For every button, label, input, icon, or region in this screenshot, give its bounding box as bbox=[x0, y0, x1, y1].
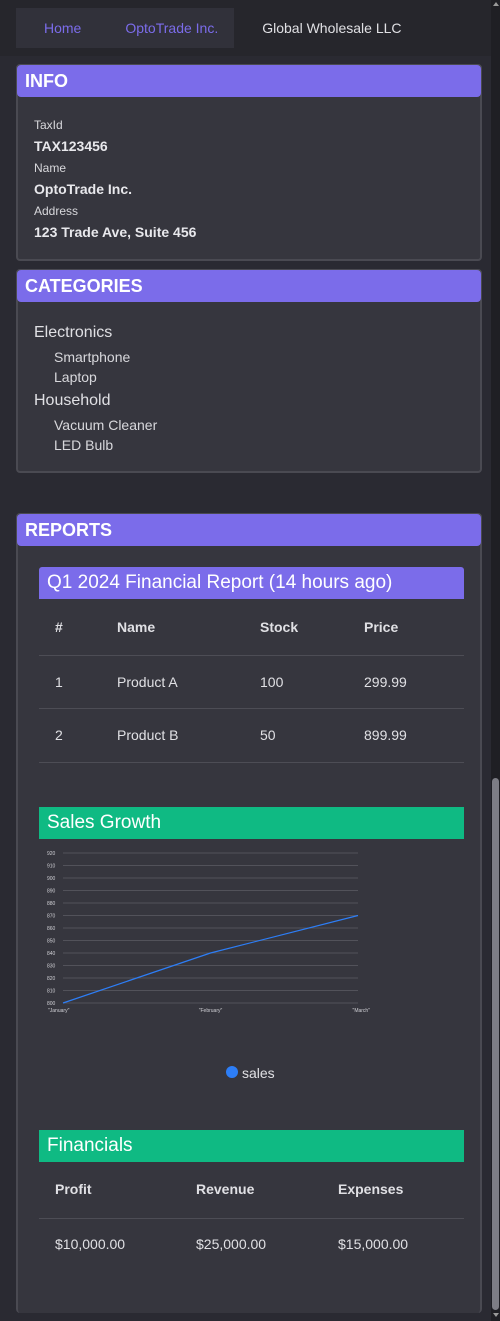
chart-y-tick-label: 820 bbox=[47, 976, 56, 982]
reports-header: REPORTS bbox=[17, 514, 481, 546]
chart-y-tick-label: 840 bbox=[47, 951, 56, 957]
revenue-value: $25,000.00 bbox=[196, 1236, 267, 1252]
col-header-profit: Profit bbox=[55, 1181, 92, 1197]
table-divider bbox=[39, 762, 464, 763]
categories-header: CATEGORIES bbox=[17, 270, 481, 302]
category-household: Household bbox=[34, 392, 111, 409]
legend-dot bbox=[226, 1066, 238, 1078]
financials-title: Financials bbox=[39, 1130, 464, 1162]
tab-global-wholesale[interactable]: Global Wholesale LLC bbox=[234, 8, 429, 48]
reports-panel: REPORTS Q1 2024 Financial Report (14 hou… bbox=[16, 513, 482, 1313]
row2-number: 2 bbox=[55, 727, 63, 743]
scrollbar[interactable] bbox=[491, 0, 500, 1321]
info-header: INFO bbox=[17, 65, 481, 97]
row1-stock: 100 bbox=[260, 674, 284, 690]
chart-y-tick-label: 830 bbox=[47, 964, 56, 970]
chart-x-tick-label: "February" bbox=[199, 1008, 223, 1014]
table-divider bbox=[39, 708, 464, 709]
chart-series-line-sales bbox=[62, 914, 359, 1004]
tab-bar: Home OptoTrade Inc. Global Wholesale LLC bbox=[16, 8, 430, 48]
sales-chart: 800 810 820 830 840 850 860 870 880 890 900 910 920 "… bbox=[47, 851, 371, 1014]
chart-y-tick-label: 850 bbox=[47, 939, 56, 945]
sales-growth-title: Sales Growth bbox=[39, 807, 464, 839]
taxid-value: TAX123456 bbox=[34, 138, 108, 154]
name-label: Name bbox=[34, 161, 67, 175]
chart-y-tick-label: 880 bbox=[47, 901, 56, 907]
scroll-down-arrow-icon[interactable] bbox=[493, 1313, 499, 1317]
financial-report-card: Q1 2024 Financial Report (14 hours ago) … bbox=[39, 567, 464, 763]
tab-optotrade[interactable]: OptoTrade Inc. bbox=[109, 8, 235, 48]
chart-x-tick-label: "January" bbox=[48, 1008, 70, 1014]
row2-name: Product B bbox=[117, 727, 179, 743]
subcategory-led-bulb: LED Bulb bbox=[54, 437, 114, 453]
expenses-value: $15,000.00 bbox=[338, 1236, 409, 1252]
scroll-up-arrow-icon[interactable] bbox=[493, 2, 499, 6]
address-label: Address bbox=[34, 204, 79, 218]
legend-label: sales bbox=[242, 1065, 275, 1081]
chart-y-tick-label: 920 bbox=[47, 851, 56, 857]
info-panel: INFO TaxId TAX123456 Name OptoTrade Inc.… bbox=[16, 64, 482, 261]
col-header-stock: Stock bbox=[260, 619, 299, 635]
category-electronics: Electronics bbox=[34, 324, 113, 341]
scrollbar-thumb[interactable] bbox=[492, 778, 499, 1310]
subcategory-smartphone: Smartphone bbox=[54, 349, 131, 365]
tab-home[interactable]: Home bbox=[16, 8, 110, 48]
col-header-name: Name bbox=[117, 619, 156, 635]
chart-y-tick-label: 870 bbox=[47, 914, 56, 920]
chart-y-tick-label: 910 bbox=[47, 864, 56, 870]
col-header-expenses: Expenses bbox=[338, 1181, 404, 1197]
row1-price: 299.99 bbox=[364, 674, 407, 690]
row2-price: 899.99 bbox=[364, 727, 407, 743]
profit-value: $10,000.00 bbox=[55, 1236, 126, 1252]
categories-panel: CATEGORIES Electronics Smartphone Laptop… bbox=[16, 269, 482, 473]
subcategory-vacuum-cleaner: Vacuum Cleaner bbox=[54, 417, 158, 433]
col-header-revenue: Revenue bbox=[196, 1181, 255, 1197]
taxid-label: TaxId bbox=[34, 118, 63, 132]
chart-y-tick-label: 810 bbox=[47, 989, 56, 995]
chart-y-tick-label: 900 bbox=[47, 876, 56, 882]
chart-y-tick-label: 800 bbox=[47, 1001, 56, 1007]
col-header-price: Price bbox=[364, 619, 399, 635]
chart-y-tick-label: 890 bbox=[47, 889, 56, 895]
subcategory-laptop: Laptop bbox=[54, 369, 97, 385]
financial-report-title: Q1 2024 Financial Report (14 hours ago) bbox=[39, 567, 464, 599]
chart-y-tick-label: 860 bbox=[47, 926, 56, 932]
address-value: 123 Trade Ave, Suite 456 bbox=[34, 224, 197, 240]
name-value: OptoTrade Inc. bbox=[34, 181, 133, 197]
row1-name: Product A bbox=[117, 674, 178, 690]
financials-card: Financials Profit Revenue Expenses $10,0… bbox=[39, 1130, 464, 1270]
row2-stock: 50 bbox=[260, 727, 276, 743]
table-divider bbox=[39, 655, 464, 656]
col-header-number: # bbox=[55, 619, 63, 635]
row1-number: 1 bbox=[55, 674, 63, 690]
chart-x-tick-label: "March" bbox=[353, 1008, 371, 1014]
sales-growth-card: Sales Growth 800 810 820 830 840 850 860 870 880… bbox=[39, 807, 464, 1105]
table-divider bbox=[39, 1218, 464, 1219]
